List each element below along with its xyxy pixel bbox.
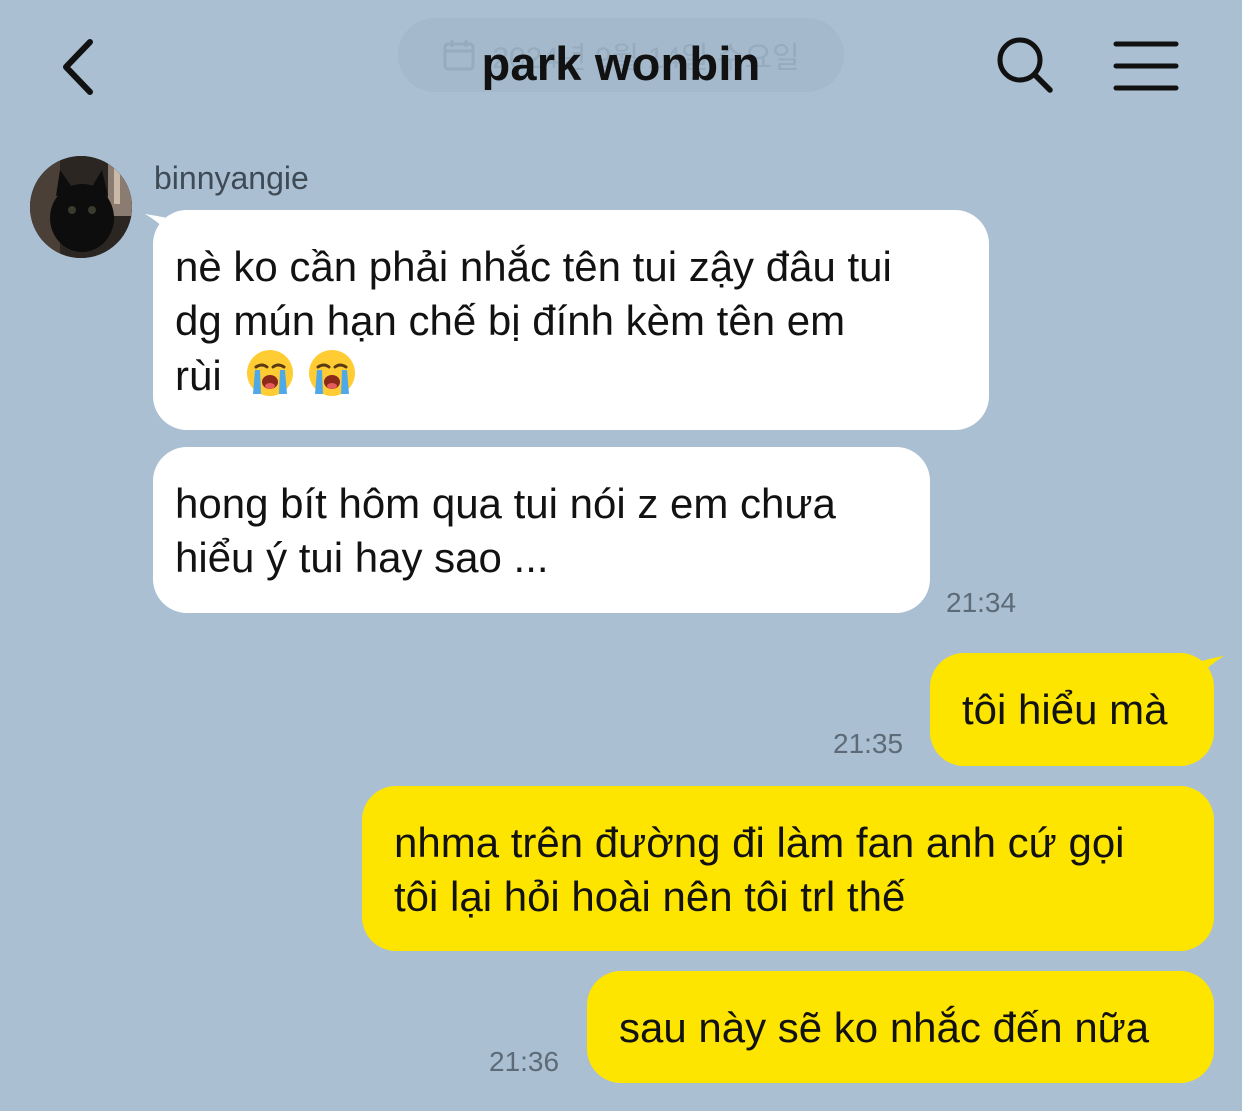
message-line: nhma trên đường đi làm fan anh cứ gọi (394, 819, 1125, 866)
outgoing-message-bubble[interactable]: sau này sẽ ko nhắc đến nữa (587, 971, 1214, 1083)
message-timestamp: 21:36 (489, 1046, 560, 1077)
message-line: tôi hiểu mà (962, 686, 1168, 733)
incoming-message-bubble[interactable]: hong bít hôm qua tui nói z em chưa hiểu … (153, 447, 930, 613)
message-line: tôi lại hỏi hoài nên tôi trl thế (394, 873, 906, 920)
message-line: nè ko cần phải nhắc tên tui zậy đâu tui (175, 243, 892, 290)
bubble-tail (1192, 656, 1224, 683)
search-icon (997, 37, 1053, 93)
avatar[interactable] (30, 156, 132, 258)
message-timestamp: 21:35 (833, 728, 904, 759)
outgoing-message-bubble[interactable]: tôi hiểu mà (930, 653, 1214, 766)
incoming-message-bubble[interactable]: nè ko cần phải nhắc tên tui zậy đâu tui … (153, 210, 989, 430)
sender-name: binnyangie (154, 160, 309, 196)
hamburger-menu-icon (1113, 41, 1179, 91)
message-line: rùi (175, 352, 222, 399)
message-line: dg mún hạn chế bị đính kèm tên em (175, 297, 846, 344)
menu-button[interactable] (1110, 36, 1182, 96)
crying-face-emoji-icon (308, 350, 355, 396)
outgoing-message-bubble[interactable]: nhma trên đường đi làm fan anh cứ gọi tô… (362, 786, 1214, 951)
message-line-with-emoji: rùi (175, 348, 967, 403)
message-line: hiểu ý tui hay sao ... (175, 534, 549, 581)
crying-face-emoji-icon (247, 350, 294, 396)
search-button[interactable] (990, 30, 1060, 100)
message-timestamp: 21:34 (946, 587, 1017, 618)
message-line: sau này sẽ ko nhắc đến nữa (619, 1004, 1150, 1051)
message-line: hong bít hôm qua tui nói z em chưa (175, 480, 836, 527)
black-cat-avatar-image (30, 156, 132, 258)
